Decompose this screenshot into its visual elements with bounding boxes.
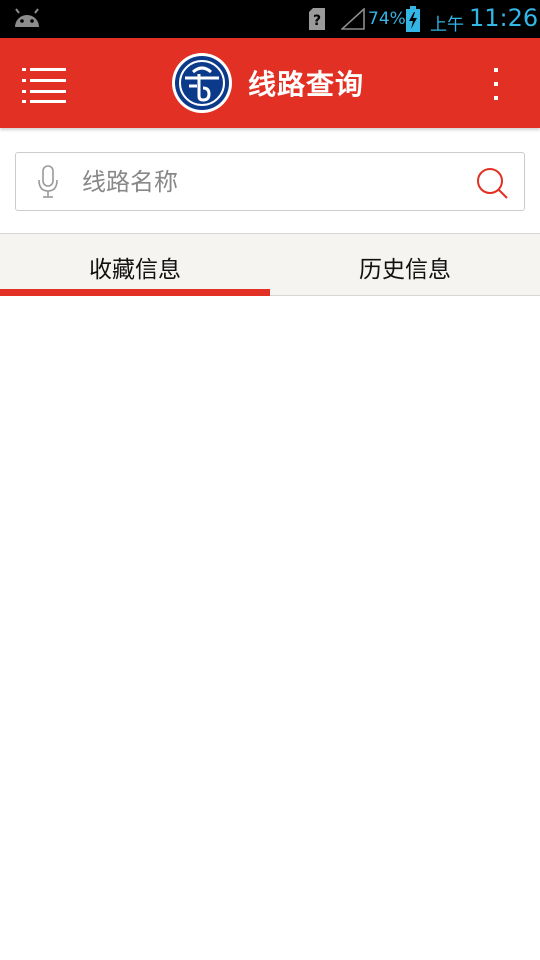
clock-ampm: 上午 <box>430 15 464 35</box>
sim-unknown-icon: ? <box>309 8 325 30</box>
search-icon[interactable] <box>474 165 510 201</box>
signal-icon <box>341 8 365 30</box>
clock-time: 11:26 <box>469 4 539 32</box>
tab-bar: 收藏信息 历史信息 <box>0 233 540 297</box>
tab-favorites[interactable]: 收藏信息 <box>0 234 270 297</box>
tab-label: 历史信息 <box>359 257 451 283</box>
microphone-icon[interactable] <box>36 165 60 199</box>
logo-icon <box>172 53 232 113</box>
battery-percent: 74% <box>368 9 406 29</box>
tab-content-area <box>0 296 540 960</box>
svg-text:?: ? <box>313 13 321 29</box>
page-title: 线路查询 <box>248 68 365 101</box>
more-vert-icon[interactable] <box>484 64 508 104</box>
battery-charging-icon <box>406 6 420 32</box>
tab-history[interactable]: 历史信息 <box>270 234 540 296</box>
menu-icon[interactable] <box>18 64 70 104</box>
tab-label: 收藏信息 <box>89 257 181 283</box>
android-icon <box>15 8 39 27</box>
search-box <box>15 152 525 211</box>
status-bar: ? 74% 上午 11:26 <box>0 0 540 38</box>
search-input[interactable] <box>82 161 462 203</box>
app-bar: 线路查询 <box>0 38 540 128</box>
